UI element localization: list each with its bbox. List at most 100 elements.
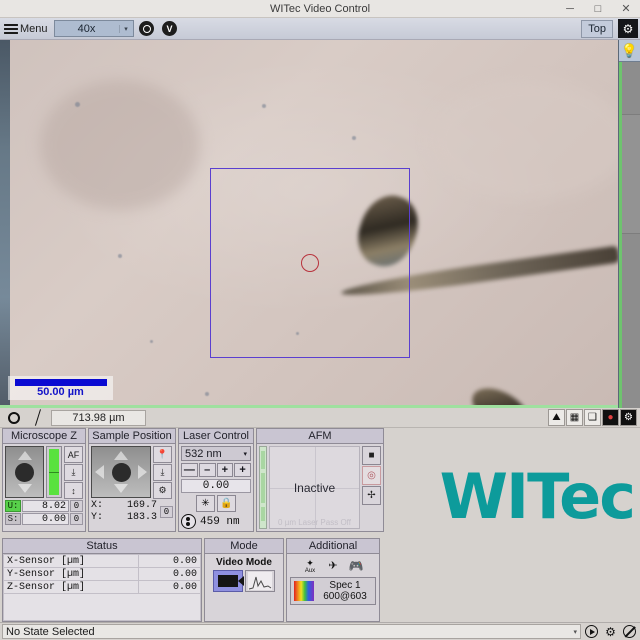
afm-move-button[interactable]: ✢ <box>362 486 381 505</box>
xy-up-arrow-icon[interactable] <box>114 451 128 460</box>
range-button[interactable]: ↕ <box>64 482 83 499</box>
z-down-arrow-icon[interactable] <box>17 484 32 493</box>
illumination-slider[interactable] <box>619 62 640 408</box>
crosshair-marker[interactable] <box>301 254 319 272</box>
spectrometer-card[interactable]: Spec 1 600@603 <box>290 577 376 605</box>
z-user-value[interactable]: 8.02 <box>22 500 69 512</box>
laser-enable-button[interactable]: ✳ <box>196 495 215 512</box>
circle-tool-button[interactable] <box>3 409 25 426</box>
state-select[interactable]: No State Selected ▾ <box>2 624 581 639</box>
xy-down-arrow-icon[interactable] <box>114 484 128 493</box>
z-joystick[interactable] <box>5 446 45 498</box>
close-button[interactable]: ✕ <box>612 0 640 18</box>
distance-readout: 713.98 µm <box>51 409 146 426</box>
laser-minus-fine-button[interactable]: – <box>198 463 216 477</box>
record-icon-button[interactable]: ● <box>602 409 619 426</box>
menu-button[interactable]: Menu <box>2 19 51 38</box>
afm-state-label: Inactive <box>293 480 336 495</box>
autofocus-button[interactable]: AF <box>64 446 83 463</box>
speck <box>75 102 80 107</box>
stop-state-button[interactable] <box>621 624 638 640</box>
laser-wavelength-value: 532 nm <box>185 447 222 460</box>
panel-mode: Mode Video Mode <box>204 538 284 622</box>
afm-signal-strip <box>259 446 267 529</box>
toolbar-settings-button[interactable]: ⚙ <box>618 19 638 38</box>
xy-right-arrow-icon[interactable] <box>138 465 147 479</box>
background-blur-2 <box>430 80 618 200</box>
laser-plus-fine-button[interactable]: + <box>216 463 234 477</box>
xy-left-arrow-icon[interactable] <box>95 465 104 479</box>
control-panels-row: Microscope Z AF ⤓ ↕ U: 8.02 0 S: 0.00 0 … <box>0 428 640 536</box>
xy-joystick-knob[interactable] <box>111 462 131 482</box>
scale-bar-label: 50.00 µm <box>37 386 84 398</box>
z-up-arrow-icon[interactable] <box>17 451 32 460</box>
airplane-icon: ✈ <box>328 560 338 572</box>
top-view-button[interactable]: Top <box>581 19 613 38</box>
marker-pin-button[interactable]: 📍 <box>153 446 172 463</box>
afm-tip-button[interactable]: ■ <box>362 446 381 465</box>
laser-secondary-wavelength: 459 nm <box>200 515 240 528</box>
z-user-zero-button[interactable]: 0 <box>70 500 83 512</box>
xy-joystick[interactable] <box>91 446 151 498</box>
state-settings-button[interactable]: ⚙ <box>602 624 619 640</box>
ban-icon <box>623 625 636 638</box>
measure-right-buttons: ⛰ ▦ ❑ ● ⚙ <box>548 409 637 426</box>
v-icon: V <box>162 21 178 36</box>
autofocus-icon-button[interactable]: ⚙ <box>620 409 637 426</box>
objective-select[interactable]: 40x ▾ <box>53 20 134 37</box>
spectrometer-name: Spec 1 <box>329 580 361 591</box>
mode-selected-label: Video Mode <box>216 557 272 568</box>
afm-feedback-button[interactable]: ◎ <box>362 466 381 485</box>
plane-button[interactable]: ✈ <box>323 557 343 574</box>
laser-plus-coarse-button[interactable]: + <box>234 463 251 477</box>
circle-tool-icon <box>8 411 20 424</box>
z-joystick-knob[interactable] <box>15 462 35 482</box>
speck <box>205 392 209 396</box>
illumination-button[interactable]: 💡 <box>619 40 640 62</box>
laser-minus-coarse-button[interactable]: — <box>181 463 198 477</box>
video-mode-button[interactable] <box>213 570 244 592</box>
record-icon: ● <box>607 412 614 423</box>
panel-afm: AFM Inactive 0 µm Laser Pass Off ■ ◎ ✢ <box>256 428 384 532</box>
sample-settings-button[interactable]: ⚙ <box>153 482 172 499</box>
sample-y-key: Y: <box>91 512 104 523</box>
spectrum-icon <box>248 572 272 590</box>
layers-icon-button[interactable]: ❑ <box>584 409 601 426</box>
z-sample-zero-button[interactable]: 0 <box>70 513 83 525</box>
status-label: X-Sensor [µm] <box>3 554 139 568</box>
gear-icon: ⚙ <box>605 624 616 639</box>
aux-button[interactable]: ✦ Aux <box>300 557 320 574</box>
aux-label: Aux <box>304 567 316 574</box>
panel-microscope-z: Microscope Z AF ⤓ ↕ U: 8.02 0 S: 0.00 0 <box>2 428 86 532</box>
status-empty-area <box>3 594 201 621</box>
spectrum-mode-button[interactable] <box>245 570 275 592</box>
measure-toolbar: ╱ 713.98 µm ⛰ ▦ ❑ ● ⚙ <box>0 408 640 428</box>
status-label: Z-Sensor [µm] <box>3 580 139 594</box>
laser-lock-button[interactable]: 🔒 <box>217 495 236 512</box>
window-buttons: ─ □ ✕ <box>556 0 640 17</box>
run-state-button[interactable] <box>583 624 600 640</box>
afm-display[interactable]: Inactive 0 µm Laser Pass Off <box>269 446 360 529</box>
z-position-slider[interactable] <box>46 446 62 498</box>
grid-icon-button[interactable]: ▦ <box>566 409 583 426</box>
filter-wheel-icon[interactable] <box>181 514 196 529</box>
slider-thumb[interactable] <box>622 114 640 234</box>
video-canvas[interactable]: 50.00 µm <box>0 40 618 408</box>
image-icon-button[interactable]: ⛰ <box>548 409 565 426</box>
z-sample-value[interactable]: 0.00 <box>22 513 69 525</box>
gamepad-button[interactable]: 🎮 <box>346 557 366 574</box>
objective-value: 40x <box>77 22 96 35</box>
sample-zero-button[interactable]: 0 <box>160 506 173 518</box>
approach-button[interactable]: ⤓ <box>64 464 83 481</box>
sample-x-key: X: <box>91 500 104 511</box>
move-down-button[interactable]: ⤓ <box>153 464 172 481</box>
afm-button-column: ■ ◎ ✢ <box>362 446 381 529</box>
maximize-button[interactable]: □ <box>584 0 612 18</box>
minimize-button[interactable]: ─ <box>556 0 584 18</box>
target-button[interactable] <box>137 19 157 38</box>
laser-wavelength-select[interactable]: 532 nm ▾ <box>181 446 251 461</box>
laser-power-value[interactable]: 0.00 <box>181 479 251 493</box>
video-toggle-button[interactable]: V <box>160 19 180 38</box>
afm-caption: 0 µm Laser Pass Off <box>278 518 351 527</box>
line-tool-button[interactable]: ╱ <box>27 409 49 426</box>
